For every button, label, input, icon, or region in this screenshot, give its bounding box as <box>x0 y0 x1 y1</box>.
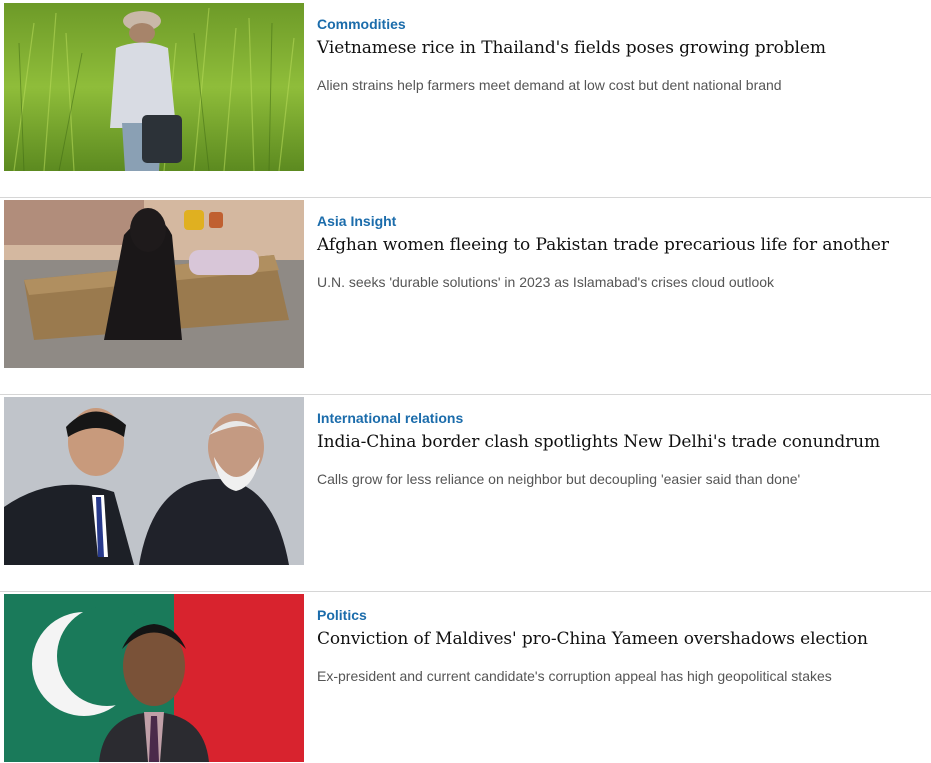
article-card: Asia Insight Afghan women fleeing to Pak… <box>0 197 931 369</box>
article-summary: Ex-president and current candidate's cor… <box>317 668 832 684</box>
article-category-link[interactable]: Commodities <box>317 16 406 32</box>
article-summary: U.N. seeks 'durable solutions' in 2023 a… <box>317 274 775 290</box>
article-headline-link[interactable]: Vietnamese rice in Thailand's fields pos… <box>317 38 826 58</box>
article-thumbnail[interactable] <box>4 397 304 565</box>
article-headline-link[interactable]: Conviction of Maldives' pro-China Yameen… <box>317 629 868 649</box>
article-summary: Calls grow for less reliance on neighbor… <box>317 471 801 487</box>
article-headline-link[interactable]: Afghan women fleeing to Pakistan trade p… <box>317 235 889 255</box>
divider <box>0 197 931 198</box>
article-category-link[interactable]: International relations <box>317 410 463 426</box>
article-card: Commodities Vietnamese rice in Thailand'… <box>0 0 931 172</box>
man-before-maldives-flag-image <box>4 594 304 762</box>
article-thumbnail[interactable] <box>4 3 304 171</box>
article-card: International relations India-China bord… <box>0 394 931 566</box>
divider <box>0 591 931 592</box>
article-summary: Alien strains help farmers meet demand a… <box>317 77 782 93</box>
two-leaders-meeting-image <box>4 397 304 565</box>
article-headline-link[interactable]: India-China border clash spotlights New … <box>317 432 880 452</box>
farmer-in-rice-field-image <box>4 3 304 171</box>
woman-seated-on-cot-image <box>4 200 304 368</box>
article-category-link[interactable]: Politics <box>317 607 367 623</box>
article-category-link[interactable]: Asia Insight <box>317 213 396 229</box>
divider <box>0 394 931 395</box>
article-thumbnail[interactable] <box>4 200 304 368</box>
article-card: Politics Conviction of Maldives' pro-Chi… <box>0 591 931 763</box>
article-thumbnail[interactable] <box>4 594 304 762</box>
